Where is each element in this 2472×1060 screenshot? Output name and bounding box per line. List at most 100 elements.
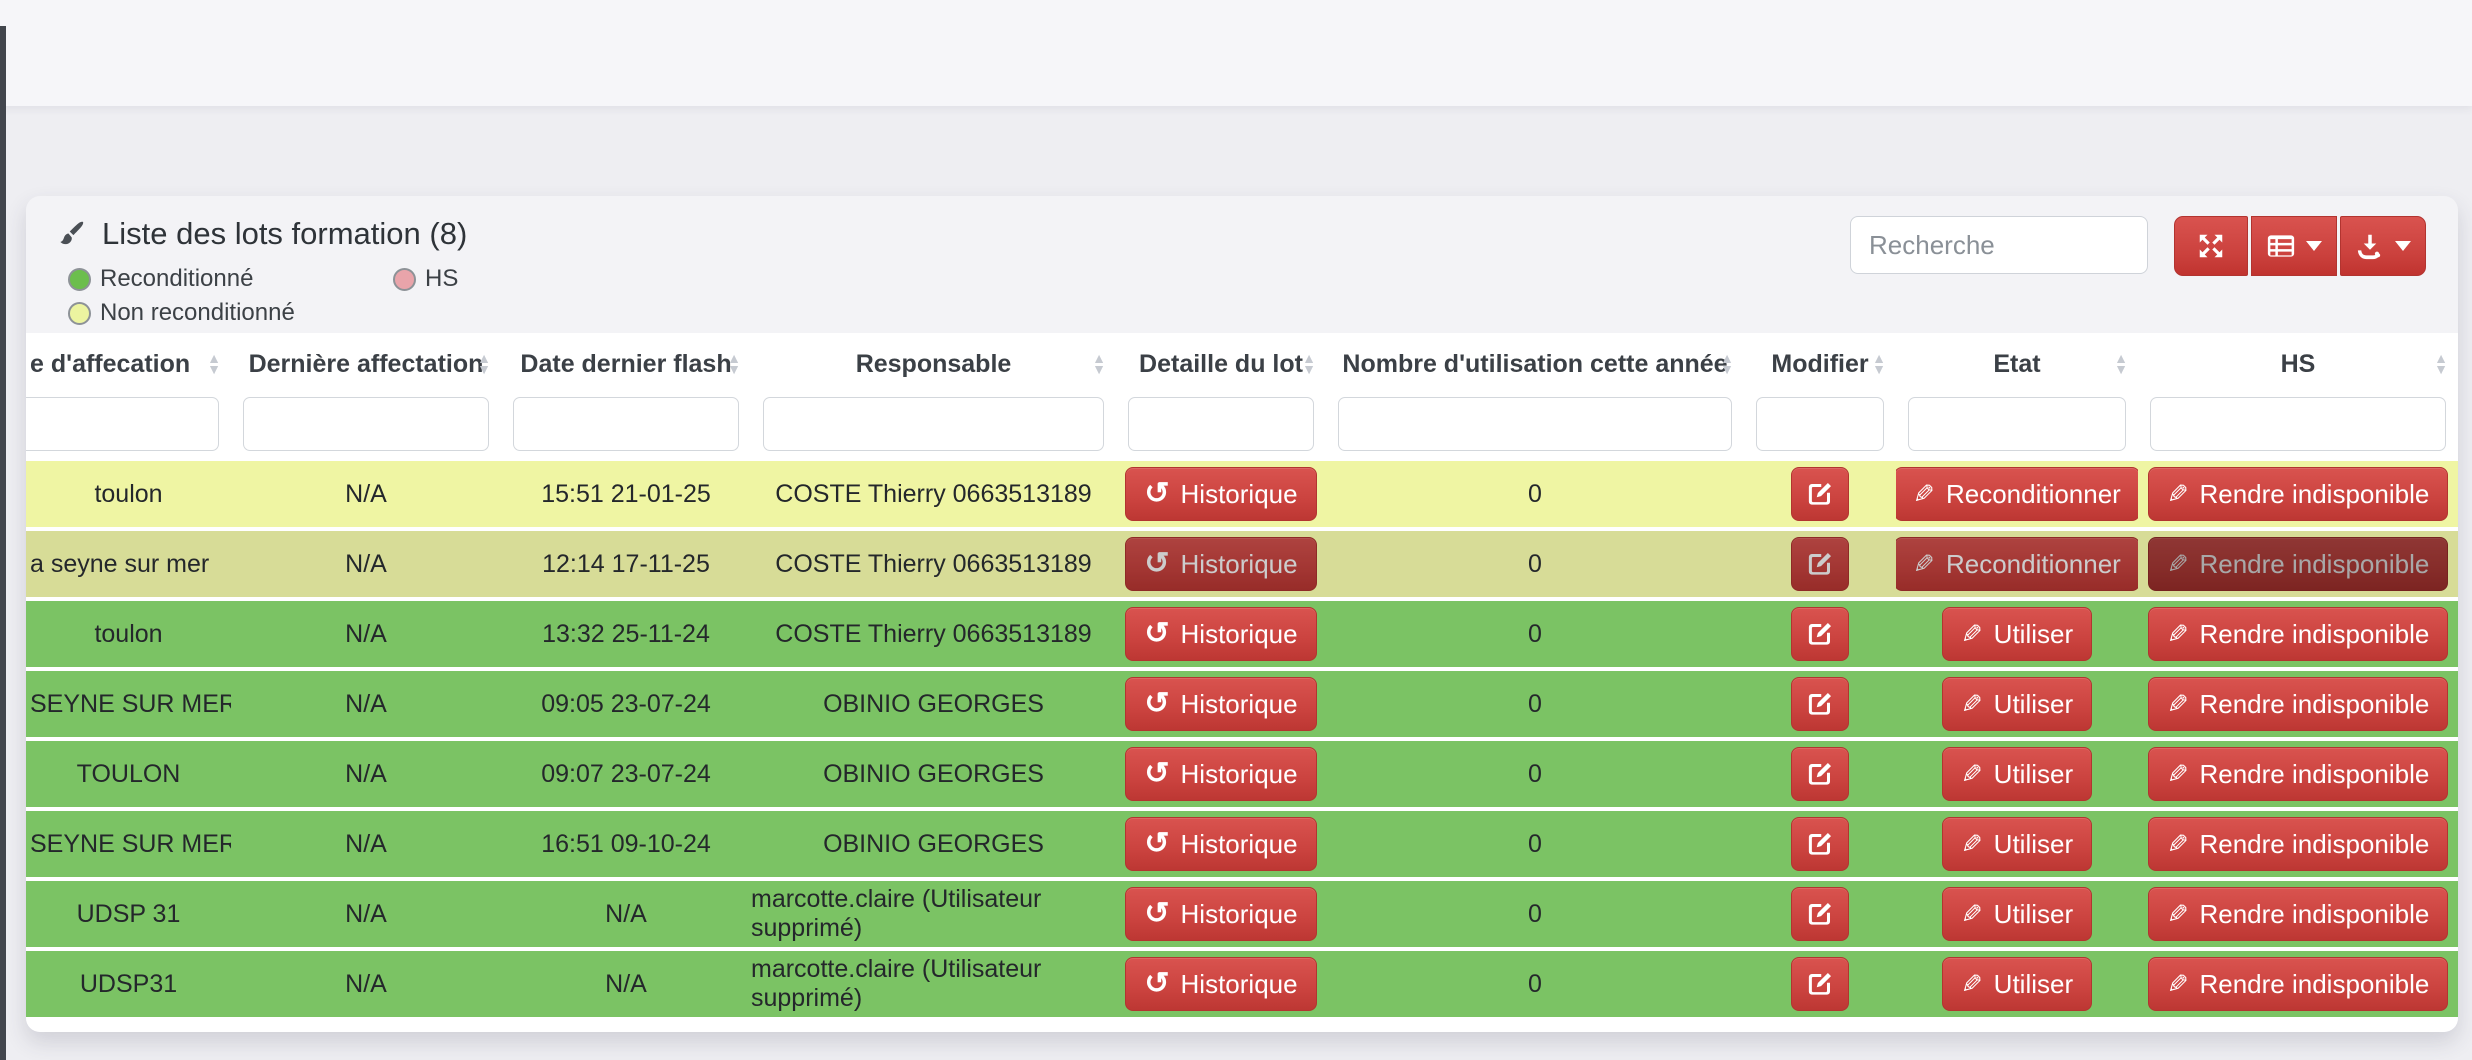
column-filter-input[interactable]	[513, 397, 739, 451]
edit-button[interactable]	[1791, 817, 1849, 871]
filter-cell	[501, 395, 751, 461]
column-header-label: Date dernier flash	[520, 350, 731, 379]
edit-button[interactable]	[1791, 537, 1849, 591]
column-header[interactable]: Detaille du lot▲▼	[1116, 333, 1326, 395]
etat-button[interactable]: ✎ Utiliser	[1942, 747, 2092, 801]
sort-icon[interactable]: ▲▼	[727, 353, 741, 375]
cell-hs: ✎ Rendre indisponible	[2138, 881, 2458, 947]
cell-modifier	[1744, 951, 1896, 1017]
export-button[interactable]	[2340, 216, 2426, 276]
column-header[interactable]: HS▲▼	[2138, 333, 2458, 395]
sort-icon[interactable]: ▲▼	[1872, 353, 1886, 375]
column-header[interactable]: Modifier▲▼	[1744, 333, 1896, 395]
cell-affectation: TOULON	[26, 741, 231, 807]
download-icon	[2355, 231, 2385, 261]
cell-responsable: COSTE Thierry 0663513189	[751, 461, 1116, 527]
sort-icon[interactable]: ▲▼	[207, 353, 221, 375]
column-header[interactable]: Etat▲▼	[1896, 333, 2138, 395]
cell-modifier	[1744, 461, 1896, 527]
cell-date-dernier-flash: 09:07 23-07-24	[501, 741, 751, 807]
rendre-indisponible-button[interactable]: ✎ Rendre indisponible	[2148, 677, 2449, 731]
edit-button[interactable]	[1791, 467, 1849, 521]
search-input[interactable]	[1850, 216, 2148, 274]
history-icon: ↺	[1144, 549, 1169, 579]
table-row[interactable]: a seyne sur mer N/A 12:14 17-11-25 COSTE…	[26, 531, 2458, 597]
etat-button[interactable]: ✎ Reconditionner	[1896, 537, 2138, 591]
sort-icon[interactable]: ▲▼	[1720, 353, 1734, 375]
rendre-indisponible-button[interactable]: ✎ Rendre indisponible	[2148, 957, 2449, 1011]
table-row[interactable]: UDSP31 N/A N/A marcotte.claire (Utilisat…	[26, 951, 2458, 1017]
historique-button[interactable]: ↺ Historique	[1125, 747, 1316, 801]
cell-derniere-affectation: N/A	[231, 601, 501, 667]
rendre-indisponible-button[interactable]: ✎ Rendre indisponible	[2148, 467, 2449, 521]
cell-utilisations: 0	[1326, 461, 1744, 527]
column-header[interactable]: Responsable▲▼	[751, 333, 1116, 395]
cell-etat: ✎ Utiliser	[1896, 671, 2138, 737]
cell-date-dernier-flash: 09:05 23-07-24	[501, 671, 751, 737]
column-filter-input[interactable]	[243, 397, 489, 451]
history-icon: ↺	[1144, 689, 1169, 719]
cell-responsable: marcotte.claire (Utilisateur supprimé)	[751, 951, 1116, 1017]
cell-date-dernier-flash: 13:32 25-11-24	[501, 601, 751, 667]
sort-icon[interactable]: ▲▼	[2114, 353, 2128, 375]
caret-down-icon	[2306, 241, 2322, 251]
edit-button[interactable]	[1791, 747, 1849, 801]
rendre-indisponible-button[interactable]: ✎ Rendre indisponible	[2148, 747, 2449, 801]
cell-derniere-affectation: N/A	[231, 881, 501, 947]
column-header[interactable]: Date dernier flash▲▼	[501, 333, 751, 395]
status-legend: ReconditionnéNon reconditionnéHS	[68, 262, 718, 330]
historique-button[interactable]: ↺ Historique	[1125, 677, 1316, 731]
pencil-icon: ✎	[2167, 899, 2189, 930]
cell-modifier	[1744, 811, 1896, 877]
columns-button[interactable]	[2251, 216, 2337, 276]
historique-button[interactable]: ↺ Historique	[1125, 467, 1316, 521]
etat-button[interactable]: ✎ Utiliser	[1942, 957, 2092, 1011]
sort-icon[interactable]: ▲▼	[2434, 353, 2448, 375]
edit-button[interactable]	[1791, 957, 1849, 1011]
cell-detail: ↺ Historique	[1116, 951, 1326, 1017]
cell-derniere-affectation: N/A	[231, 741, 501, 807]
historique-button[interactable]: ↺ Historique	[1125, 887, 1316, 941]
table-row[interactable]: toulon N/A 13:32 25-11-24 COSTE Thierry …	[26, 601, 2458, 667]
rendre-indisponible-button[interactable]: ✎ Rendre indisponible	[2148, 537, 2449, 591]
rendre-indisponible-button[interactable]: ✎ Rendre indisponible	[2148, 817, 2449, 871]
edit-button[interactable]	[1791, 677, 1849, 731]
table-row[interactable]: TOULON N/A 09:07 23-07-24 OBINIO GEORGES…	[26, 741, 2458, 807]
historique-button[interactable]: ↺ Historique	[1125, 957, 1316, 1011]
table-row[interactable]: UDSP 31 N/A N/A marcotte.claire (Utilisa…	[26, 881, 2458, 947]
etat-button[interactable]: ✎ Reconditionner	[1896, 467, 2138, 521]
cell-utilisations: 0	[1326, 741, 1744, 807]
column-filter-input[interactable]	[1908, 397, 2126, 451]
rendre-indisponible-button[interactable]: ✎ Rendre indisponible	[2148, 887, 2449, 941]
sort-icon[interactable]: ▲▼	[1302, 353, 1316, 375]
historique-button[interactable]: ↺ Historique	[1125, 537, 1316, 591]
column-header[interactable]: Dernière affectation▲▼	[231, 333, 501, 395]
column-filter-input[interactable]	[1338, 397, 1732, 451]
edit-button[interactable]	[1791, 607, 1849, 661]
sort-icon[interactable]: ▲▼	[1092, 353, 1106, 375]
cell-hs: ✎ Rendre indisponible	[2138, 531, 2458, 597]
edit-button[interactable]	[1791, 887, 1849, 941]
etat-button[interactable]: ✎ Utiliser	[1942, 607, 2092, 661]
column-filter-input[interactable]	[26, 397, 219, 451]
table-row[interactable]: toulon N/A 15:51 21-01-25 COSTE Thierry …	[26, 461, 2458, 527]
rendre-indisponible-button[interactable]: ✎ Rendre indisponible	[2148, 607, 2449, 661]
column-header[interactable]: Nombre d'utilisation cette année▲▼	[1326, 333, 1744, 395]
table-row[interactable]: SEYNE SUR MER N/A 09:05 23-07-24 OBINIO …	[26, 671, 2458, 737]
column-header[interactable]: e d'affecation▲▼	[26, 333, 231, 395]
etat-button[interactable]: ✎ Utiliser	[1942, 887, 2092, 941]
etat-button[interactable]: ✎ Utiliser	[1942, 677, 2092, 731]
column-filter-input[interactable]	[1128, 397, 1314, 451]
cell-detail: ↺ Historique	[1116, 461, 1326, 527]
column-filter-input[interactable]	[1756, 397, 1884, 451]
column-header-label: Detaille du lot	[1139, 350, 1303, 379]
historique-button[interactable]: ↺ Historique	[1125, 607, 1316, 661]
column-filter-input[interactable]	[2150, 397, 2446, 451]
column-filter-input[interactable]	[763, 397, 1104, 451]
historique-button[interactable]: ↺ Historique	[1125, 817, 1316, 871]
sort-icon[interactable]: ▲▼	[477, 353, 491, 375]
expand-button[interactable]	[2174, 216, 2248, 276]
etat-button[interactable]: ✎ Utiliser	[1942, 817, 2092, 871]
table-row[interactable]: SEYNE SUR MER N/A 16:51 09-10-24 OBINIO …	[26, 811, 2458, 877]
pencil-icon: ✎	[2167, 759, 2189, 790]
